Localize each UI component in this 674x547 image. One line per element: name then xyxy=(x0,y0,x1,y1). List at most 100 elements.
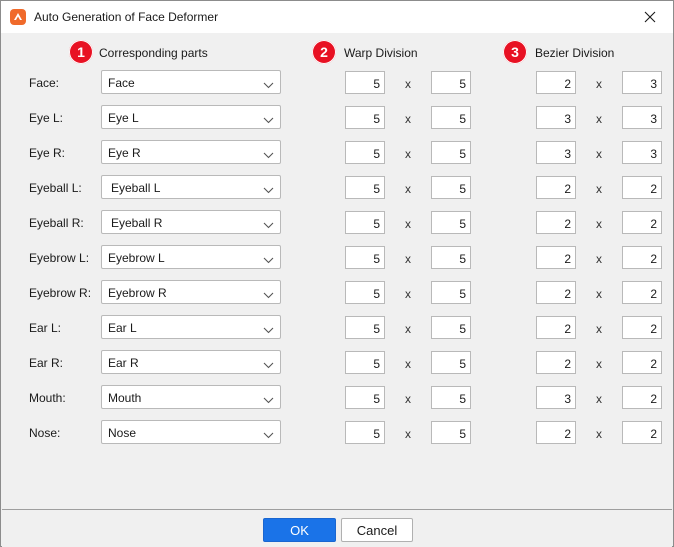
bezier-y-input-eye-l[interactable]: 3 xyxy=(622,106,662,129)
cancel-button[interactable]: Cancel xyxy=(341,518,413,542)
warp-x-input-ear-r[interactable]: 5 xyxy=(345,351,385,374)
part-select-face[interactable]: Face xyxy=(101,70,281,94)
number-value: 5 xyxy=(373,217,380,231)
bezier-multiply-sign: x xyxy=(596,182,602,196)
bezier-x-input-ear-r[interactable]: 2 xyxy=(536,351,576,374)
title-bar: Auto Generation of Face Deformer xyxy=(1,1,673,33)
close-button[interactable] xyxy=(627,1,673,33)
row-label-eyebrow-r: Eyebrow R: xyxy=(29,286,92,300)
bezier-y-input-eye-r[interactable]: 3 xyxy=(622,141,662,164)
warp-x-input-eyebrow-r[interactable]: 5 xyxy=(345,281,385,304)
number-value: 5 xyxy=(459,287,466,301)
bezier-y-input-ear-l[interactable]: 2 xyxy=(622,316,662,339)
warp-y-input-eye-r[interactable]: 5 xyxy=(431,141,471,164)
chevron-down-icon xyxy=(263,432,274,439)
bezier-x-input-eyeball-l[interactable]: 2 xyxy=(536,176,576,199)
warp-x-input-face[interactable]: 5 xyxy=(345,71,385,94)
bezier-multiply-sign: x xyxy=(596,392,602,406)
number-value: 5 xyxy=(373,77,380,91)
warp-x-input-eyebrow-l[interactable]: 5 xyxy=(345,246,385,269)
warp-y-input-nose[interactable]: 5 xyxy=(431,421,471,444)
warp-y-input-ear-l[interactable]: 5 xyxy=(431,316,471,339)
number-value: 5 xyxy=(459,252,466,266)
part-select-value: Ear R xyxy=(108,356,139,370)
chevron-down-icon xyxy=(263,257,274,264)
close-icon xyxy=(644,11,656,23)
bezier-multiply-sign: x xyxy=(596,112,602,126)
warp-x-input-ear-l[interactable]: 5 xyxy=(345,316,385,339)
part-select-eyeball-r[interactable]: Eyeball R xyxy=(101,210,281,234)
warp-y-input-eyebrow-r[interactable]: 5 xyxy=(431,281,471,304)
row-label-mouth: Mouth: xyxy=(29,391,66,405)
bezier-y-input-ear-r[interactable]: 2 xyxy=(622,351,662,374)
number-value: 5 xyxy=(373,287,380,301)
warp-y-input-face[interactable]: 5 xyxy=(431,71,471,94)
row-label-eyeball-r: Eyeball R: xyxy=(29,216,84,230)
warp-multiply-sign: x xyxy=(405,112,411,126)
bezier-y-input-face[interactable]: 3 xyxy=(622,71,662,94)
number-value: 2 xyxy=(564,357,571,371)
bezier-y-input-eyebrow-l[interactable]: 2 xyxy=(622,246,662,269)
window-title: Auto Generation of Face Deformer xyxy=(34,10,219,24)
bezier-x-input-eyebrow-l[interactable]: 2 xyxy=(536,246,576,269)
number-value: 2 xyxy=(650,182,657,196)
warp-y-input-eyebrow-l[interactable]: 5 xyxy=(431,246,471,269)
dialog-body: 1 Corresponding parts 2 Warp Division 3 … xyxy=(2,33,672,509)
bezier-x-input-eye-r[interactable]: 3 xyxy=(536,141,576,164)
warp-y-input-eyeball-l[interactable]: 5 xyxy=(431,176,471,199)
warp-y-input-eye-l[interactable]: 5 xyxy=(431,106,471,129)
number-value: 2 xyxy=(564,427,571,441)
part-select-value: Eyeball R xyxy=(111,216,163,230)
part-select-eye-r[interactable]: Eye R xyxy=(101,140,281,164)
number-value: 2 xyxy=(650,287,657,301)
number-value: 5 xyxy=(459,182,466,196)
bezier-x-input-ear-l[interactable]: 2 xyxy=(536,316,576,339)
warp-x-input-eye-r[interactable]: 5 xyxy=(345,141,385,164)
bezier-y-input-nose[interactable]: 2 xyxy=(622,421,662,444)
bezier-x-input-face[interactable]: 2 xyxy=(536,71,576,94)
bezier-y-input-mouth[interactable]: 2 xyxy=(622,386,662,409)
row-label-ear-l: Ear L: xyxy=(29,321,62,335)
warp-y-input-mouth[interactable]: 5 xyxy=(431,386,471,409)
bezier-multiply-sign: x xyxy=(596,217,602,231)
bezier-y-input-eyebrow-r[interactable]: 2 xyxy=(622,281,662,304)
bezier-x-input-eyebrow-r[interactable]: 2 xyxy=(536,281,576,304)
warp-y-input-ear-r[interactable]: 5 xyxy=(431,351,471,374)
number-value: 5 xyxy=(373,357,380,371)
warp-y-input-eyeball-r[interactable]: 5 xyxy=(431,211,471,234)
warp-x-input-nose[interactable]: 5 xyxy=(345,421,385,444)
chevron-down-icon xyxy=(263,82,274,89)
bezier-multiply-sign: x xyxy=(596,147,602,161)
number-value: 5 xyxy=(459,357,466,371)
part-select-eyeball-l[interactable]: Eyeball L xyxy=(101,175,281,199)
part-select-eyebrow-l[interactable]: Eyebrow L xyxy=(101,245,281,269)
bezier-x-input-eyeball-r[interactable]: 2 xyxy=(536,211,576,234)
row-label-eyebrow-l: Eyebrow L: xyxy=(29,251,90,265)
number-value: 2 xyxy=(650,322,657,336)
ok-button[interactable]: OK xyxy=(263,518,336,542)
number-value: 3 xyxy=(650,147,657,161)
number-value: 5 xyxy=(459,77,466,91)
part-select-ear-l[interactable]: Ear L xyxy=(101,315,281,339)
number-value: 3 xyxy=(564,147,571,161)
part-select-ear-r[interactable]: Ear R xyxy=(101,350,281,374)
number-value: 3 xyxy=(650,77,657,91)
bezier-y-input-eyeball-l[interactable]: 2 xyxy=(622,176,662,199)
chevron-down-icon xyxy=(263,152,274,159)
warp-x-input-eyeball-r[interactable]: 5 xyxy=(345,211,385,234)
part-select-eyebrow-r[interactable]: Eyebrow R xyxy=(101,280,281,304)
part-select-value: Eyebrow L xyxy=(108,251,165,265)
bezier-x-input-nose[interactable]: 2 xyxy=(536,421,576,444)
part-select-mouth[interactable]: Mouth xyxy=(101,385,281,409)
bezier-multiply-sign: x xyxy=(596,77,602,91)
bezier-x-input-eye-l[interactable]: 3 xyxy=(536,106,576,129)
bezier-y-input-eyeball-r[interactable]: 2 xyxy=(622,211,662,234)
part-select-eye-l[interactable]: Eye L xyxy=(101,105,281,129)
part-select-nose[interactable]: Nose xyxy=(101,420,281,444)
chevron-down-icon xyxy=(263,187,274,194)
bezier-x-input-mouth[interactable]: 3 xyxy=(536,386,576,409)
warp-x-input-eye-l[interactable]: 5 xyxy=(345,106,385,129)
warp-multiply-sign: x xyxy=(405,182,411,196)
warp-x-input-eyeball-l[interactable]: 5 xyxy=(345,176,385,199)
warp-x-input-mouth[interactable]: 5 xyxy=(345,386,385,409)
